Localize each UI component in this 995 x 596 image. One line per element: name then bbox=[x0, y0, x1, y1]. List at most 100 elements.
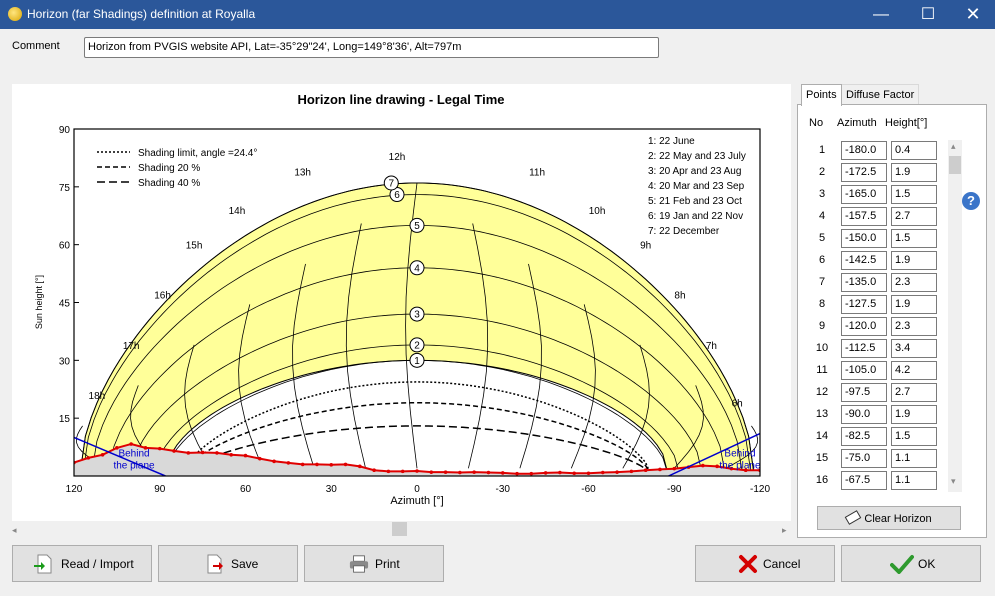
x-tick-label: 60 bbox=[240, 484, 252, 495]
height-cell[interactable]: 1.9 bbox=[891, 405, 937, 424]
azimuth-cell[interactable]: -90.0 bbox=[841, 405, 887, 424]
row-number: 2 bbox=[818, 166, 826, 178]
horizon-point bbox=[600, 470, 605, 475]
scroll-up-arrow[interactable]: ▴ bbox=[951, 141, 956, 152]
horizon-point bbox=[572, 471, 577, 476]
height-cell[interactable]: 1.5 bbox=[891, 427, 937, 446]
tab-diffuse-factor[interactable]: Diffuse Factor bbox=[841, 84, 920, 105]
height-cell[interactable]: 2.7 bbox=[891, 383, 937, 402]
azimuth-cell[interactable]: -172.5 bbox=[841, 163, 887, 182]
horizon-chart: Horizon line drawing - Legal Time Behind… bbox=[34, 92, 770, 507]
azimuth-cell[interactable]: -75.0 bbox=[841, 449, 887, 468]
hour-label: 7h bbox=[706, 341, 717, 352]
azimuth-cell[interactable]: -82.5 bbox=[841, 427, 887, 446]
horizon-chart-panel[interactable]: Horizon line drawing - Legal Time Behind… bbox=[12, 84, 791, 522]
azimuth-cell[interactable]: -105.0 bbox=[841, 361, 887, 380]
height-cell[interactable]: 2.3 bbox=[891, 317, 937, 336]
curve-marker-label: 5 bbox=[414, 221, 420, 232]
azimuth-cell[interactable]: -157.5 bbox=[841, 207, 887, 226]
y-tick-label: 15 bbox=[59, 414, 71, 425]
height-cell[interactable]: 1.5 bbox=[891, 185, 937, 204]
tab-points[interactable]: Points bbox=[801, 84, 842, 106]
horizon-point bbox=[543, 471, 548, 475]
horizon-point bbox=[272, 459, 276, 464]
azimuth-cell[interactable]: -142.5 bbox=[841, 251, 887, 270]
height-cell[interactable]: 1.1 bbox=[891, 449, 937, 468]
horizon-point bbox=[343, 462, 348, 467]
hour-label: 10h bbox=[589, 206, 606, 217]
help-icon[interactable]: ? bbox=[962, 192, 980, 210]
scroll-down-arrow[interactable]: ▾ bbox=[951, 476, 956, 487]
row-number: 4 bbox=[818, 210, 826, 222]
horizon-point bbox=[215, 451, 219, 455]
horizon-point bbox=[529, 471, 534, 476]
save-button[interactable]: Save bbox=[158, 545, 298, 582]
close-button[interactable]: ✕ bbox=[950, 0, 995, 29]
height-cell[interactable]: 1.9 bbox=[891, 251, 937, 270]
save-label: Save bbox=[231, 557, 259, 571]
print-button[interactable]: Print bbox=[304, 545, 444, 582]
title-bar: Horizon (far Shadings) definition at Roy… bbox=[0, 0, 995, 29]
row-number: 9 bbox=[818, 320, 826, 332]
height-cell[interactable]: 2.3 bbox=[891, 273, 937, 292]
horizon-point bbox=[243, 453, 248, 458]
row-number: 1 bbox=[818, 144, 826, 156]
x-tick-label: 90 bbox=[154, 484, 166, 495]
chart-horizontal-scrollbar[interactable]: ◂ ▸ bbox=[12, 521, 791, 537]
azimuth-cell[interactable]: -120.0 bbox=[841, 317, 887, 336]
row-number: 6 bbox=[818, 254, 826, 266]
maximize-button[interactable]: ☐ bbox=[905, 0, 951, 29]
height-cell[interactable]: 1.5 bbox=[891, 229, 937, 248]
row-number: 13 bbox=[815, 408, 829, 420]
behind-plane-left-label: the plane bbox=[113, 461, 155, 472]
x-axis-label: Azimuth [°] bbox=[390, 495, 443, 507]
azimuth-cell[interactable]: -97.5 bbox=[841, 383, 887, 402]
height-cell[interactable]: 3.4 bbox=[891, 339, 937, 358]
curve-marker-label: 4 bbox=[414, 263, 420, 274]
points-vertical-scrollbar[interactable]: ▴ ▾ bbox=[948, 140, 962, 492]
height-cell[interactable]: 1.9 bbox=[891, 295, 937, 314]
clear-horizon-button[interactable]: Clear Horizon bbox=[817, 506, 961, 530]
horizon-point bbox=[615, 470, 619, 474]
height-cell[interactable]: 0.4 bbox=[891, 141, 937, 160]
azimuth-cell[interactable]: -127.5 bbox=[841, 295, 887, 314]
azimuth-cell[interactable]: -135.0 bbox=[841, 273, 887, 292]
horizon-point bbox=[157, 446, 162, 451]
date-legend-item: 6: 19 Jan and 22 Nov bbox=[648, 211, 743, 222]
horizon-point bbox=[486, 470, 491, 475]
height-cell[interactable]: 2.7 bbox=[891, 207, 937, 226]
minimize-button[interactable]: — bbox=[858, 0, 904, 29]
row-number: 14 bbox=[815, 430, 829, 442]
horizon-point bbox=[329, 463, 334, 467]
y-tick-label: 75 bbox=[59, 183, 71, 194]
hour-label: 15h bbox=[186, 241, 203, 252]
horizon-point bbox=[658, 467, 662, 472]
azimuth-cell[interactable]: -165.0 bbox=[841, 185, 887, 204]
horizon-point bbox=[558, 470, 562, 475]
cancel-button[interactable]: Cancel bbox=[695, 545, 835, 582]
scroll-thumb[interactable] bbox=[949, 156, 961, 174]
azimuth-cell[interactable]: -180.0 bbox=[841, 141, 887, 160]
scroll-right-arrow[interactable]: ▸ bbox=[782, 525, 787, 536]
window-title: Horizon (far Shadings) definition at Roy… bbox=[27, 7, 256, 21]
ok-button[interactable]: OK bbox=[841, 545, 981, 582]
horizon-point bbox=[586, 471, 591, 476]
height-cell[interactable]: 4.2 bbox=[891, 361, 937, 380]
height-cell[interactable]: 1.1 bbox=[891, 471, 937, 490]
legend-label: Shading 20 % bbox=[138, 163, 200, 174]
horizon-point bbox=[358, 464, 362, 469]
x-tick-label: 0 bbox=[414, 484, 420, 495]
scroll-thumb[interactable] bbox=[392, 522, 407, 536]
comment-input[interactable]: Horizon from PVGIS website API, Lat=-35°… bbox=[84, 37, 659, 58]
scroll-left-arrow[interactable]: ◂ bbox=[12, 525, 17, 536]
hour-label: 14h bbox=[229, 206, 246, 217]
read-import-button[interactable]: Read / Import bbox=[12, 545, 152, 582]
azimuth-cell[interactable]: -112.5 bbox=[841, 339, 887, 358]
azimuth-cell[interactable]: -150.0 bbox=[841, 229, 887, 248]
azimuth-cell[interactable]: -67.5 bbox=[841, 471, 887, 490]
date-legend-item: 5: 21 Feb and 23 Oct bbox=[648, 196, 742, 207]
hour-label: 13h bbox=[294, 167, 311, 178]
row-number: 12 bbox=[815, 386, 829, 398]
hour-label: 8h bbox=[674, 291, 685, 302]
height-cell[interactable]: 1.9 bbox=[891, 163, 937, 182]
